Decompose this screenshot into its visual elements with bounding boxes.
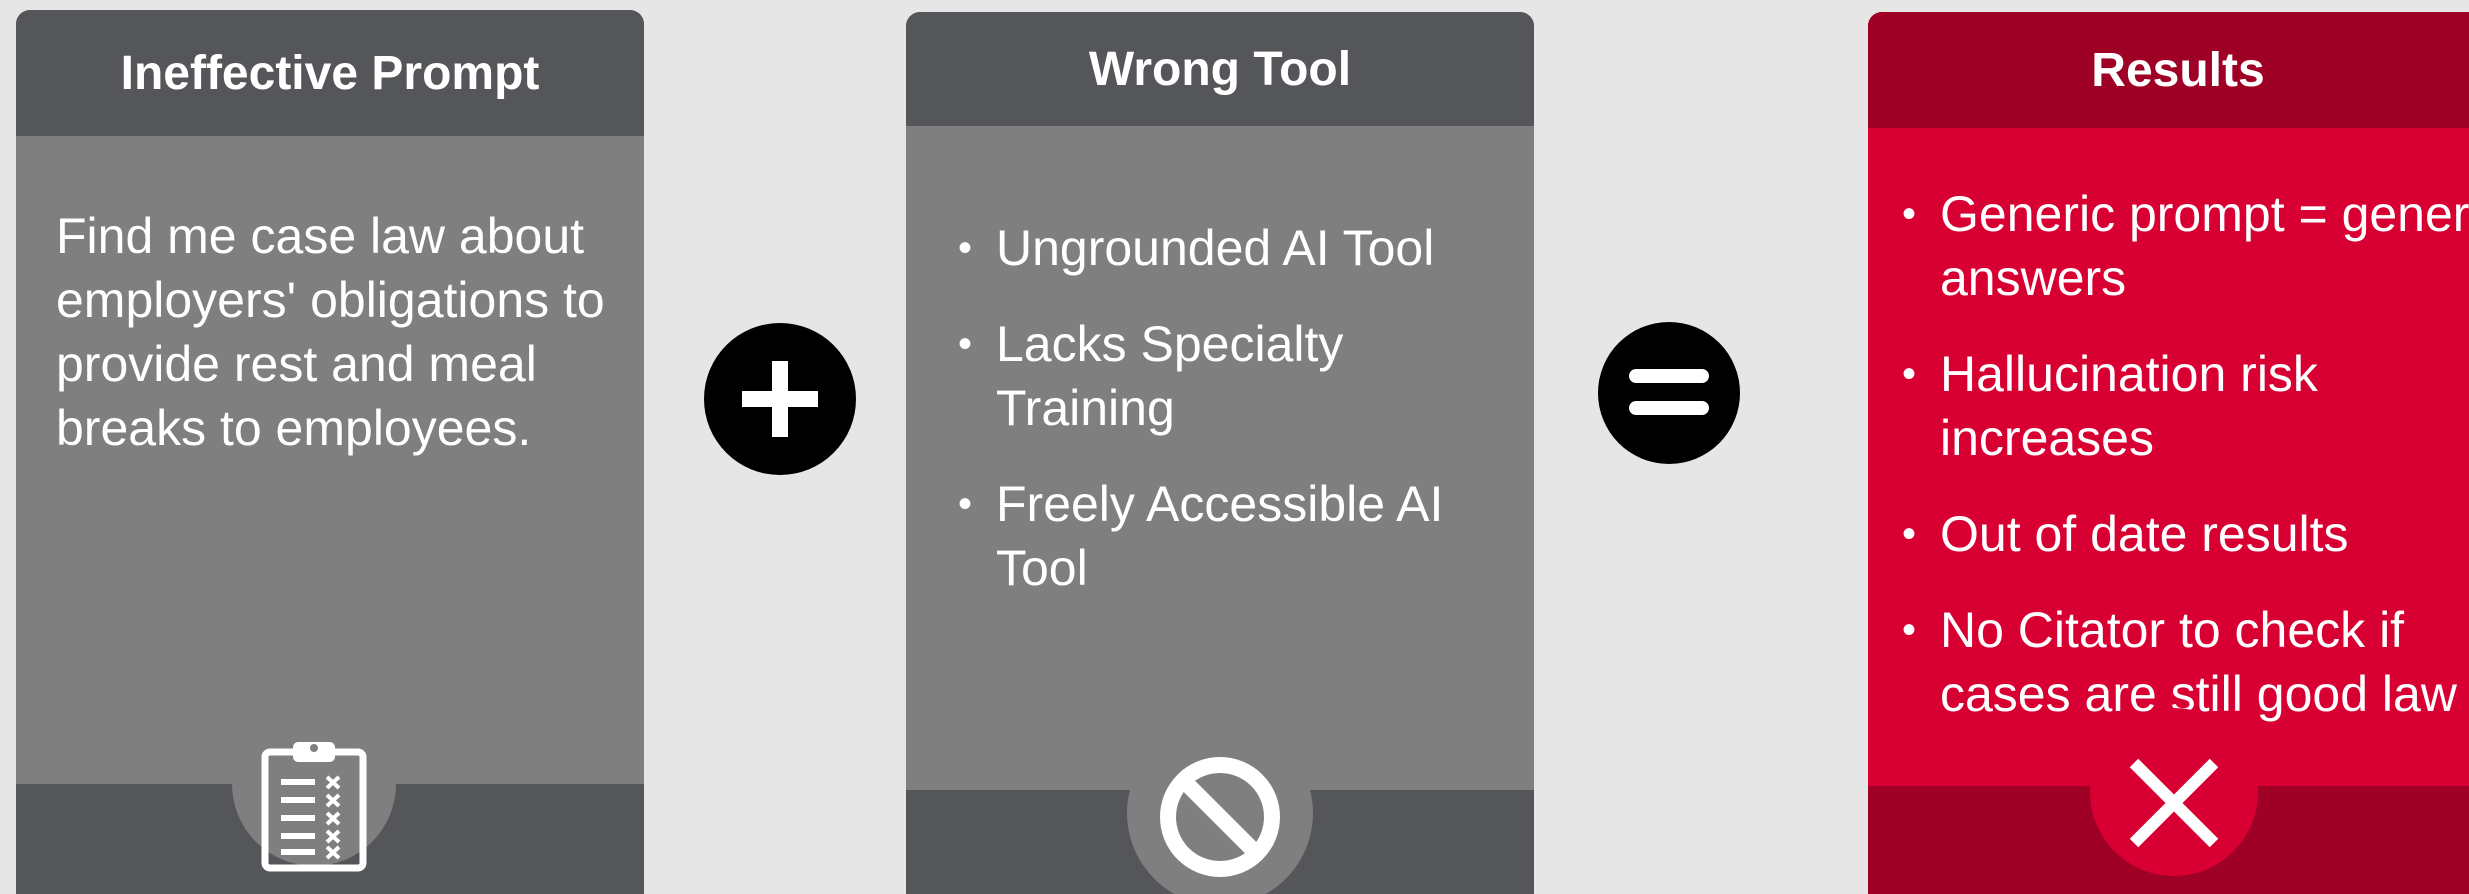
list-item: Lacks Specialty Training — [956, 312, 1516, 440]
clipboard-checklist-icon — [232, 730, 396, 880]
list-item: Freely Accessible AI Tool — [956, 472, 1516, 600]
bullet-list: Generic prompt = generic answers Halluci… — [1900, 182, 2469, 758]
x-mark-icon — [2090, 728, 2258, 878]
list-item: No Citator to check if cases are still g… — [1900, 598, 2469, 726]
card-title: Ineffective Prompt — [16, 10, 644, 136]
list-item: Generic prompt = generic answers — [1900, 182, 2469, 310]
prompt-text: Find me case law about employers' obliga… — [56, 208, 605, 456]
list-item: Out of date results — [1900, 502, 2469, 566]
card-title: Results — [1868, 12, 2469, 128]
ineffective-prompt-card: Ineffective Prompt Find me case law abou… — [16, 10, 644, 894]
prohibited-icon — [1127, 742, 1313, 892]
card-title: Wrong Tool — [906, 12, 1534, 126]
bullet-list: Ungrounded AI Tool Lacks Specialty Train… — [956, 216, 1516, 632]
results-card: Results Generic prompt = generic answers… — [1868, 12, 2469, 894]
wrong-tool-card: Wrong Tool Ungrounded AI Tool Lacks Spec… — [906, 12, 1534, 894]
plus-icon — [704, 323, 856, 475]
equals-icon — [1598, 322, 1740, 464]
list-item: Ungrounded AI Tool — [956, 216, 1516, 280]
list-item: Hallucination risk increases — [1900, 342, 2469, 470]
